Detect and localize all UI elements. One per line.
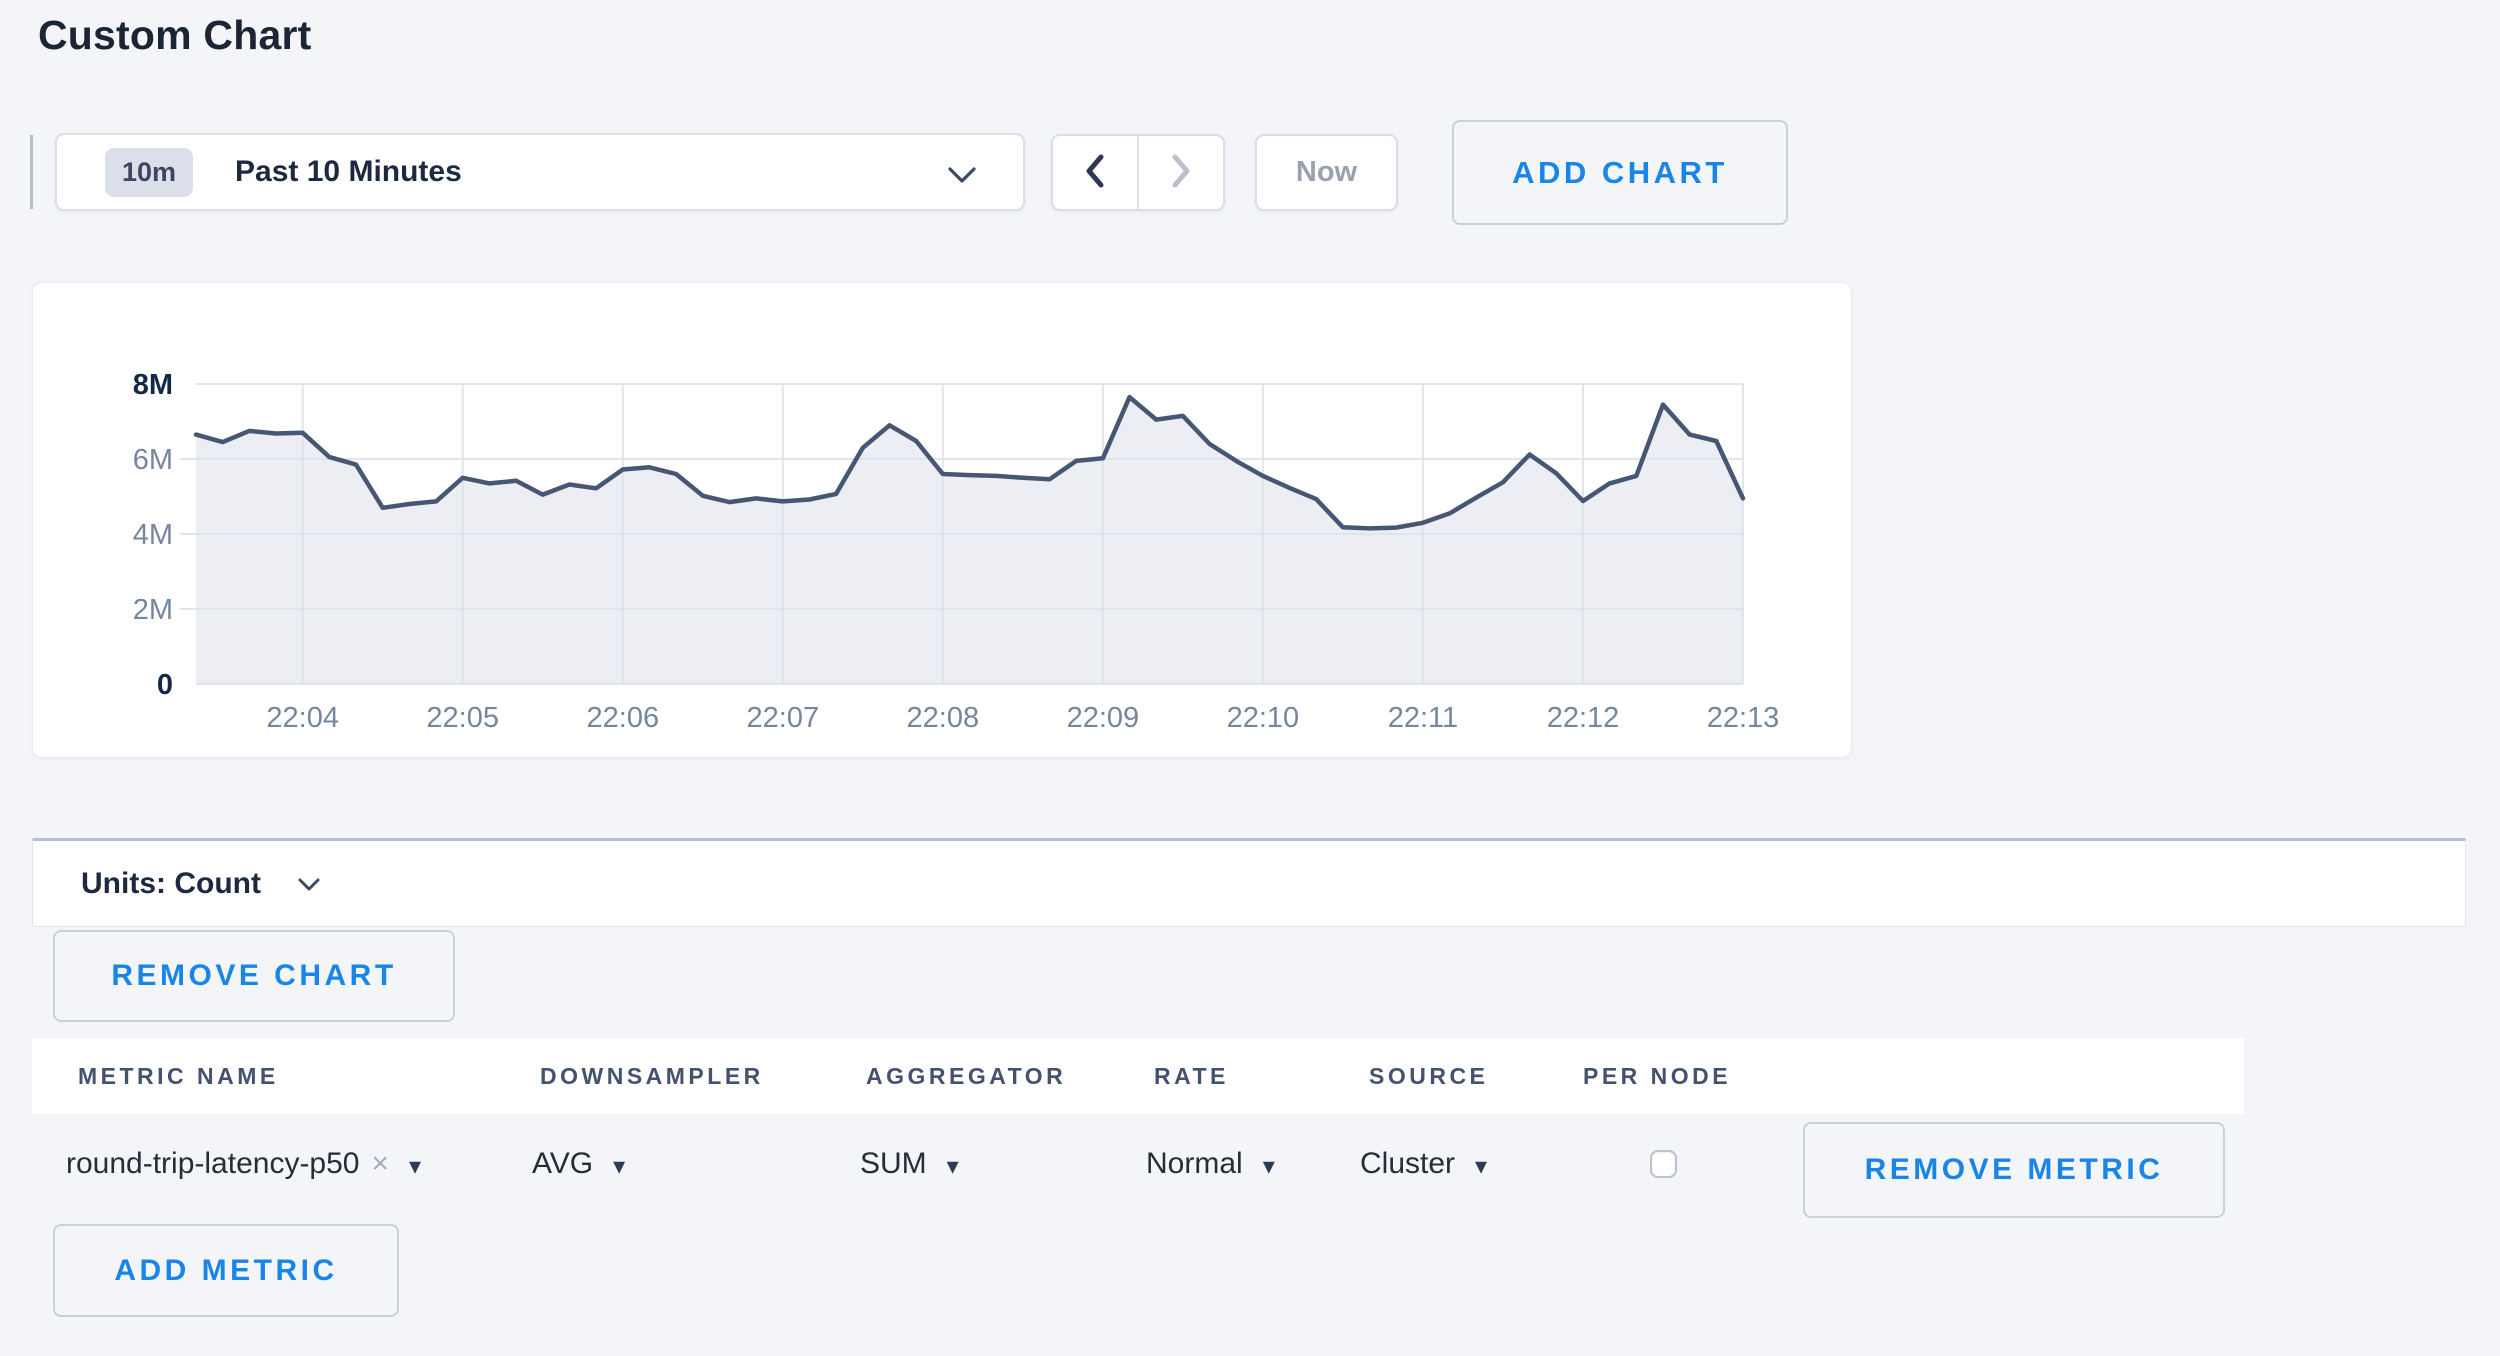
chevron-down-icon [947, 166, 977, 189]
svg-text:22:04: 22:04 [266, 702, 339, 734]
column-header-metric-name: METRIC NAME [78, 1038, 279, 1114]
remove-metric-button[interactable]: REMOVE METRIC [1803, 1122, 2225, 1218]
caret-down-icon: ▾ [947, 1152, 959, 1181]
time-range-badge: 10m [105, 148, 193, 197]
svg-text:8M: 8M [133, 369, 173, 401]
time-forward-button[interactable] [1137, 136, 1223, 209]
svg-text:22:11: 22:11 [1388, 702, 1458, 734]
svg-text:4M: 4M [133, 519, 173, 551]
time-range-dropdown[interactable]: 10m Past 10 Minutes [55, 133, 1025, 211]
time-range-label: Past 10 Minutes [235, 155, 462, 189]
svg-text:2M: 2M [133, 594, 173, 626]
svg-text:22:10: 22:10 [1227, 702, 1300, 734]
add-chart-button[interactable]: ADD CHART [1452, 120, 1788, 225]
svg-text:22:07: 22:07 [747, 702, 820, 734]
svg-text:22:12: 22:12 [1547, 702, 1620, 734]
source-value: Cluster [1360, 1147, 1455, 1181]
clear-metric-icon[interactable]: × [371, 1147, 389, 1181]
rate-value: Normal [1146, 1147, 1243, 1181]
now-button[interactable]: Now [1255, 134, 1398, 211]
chevron-right-icon [1170, 154, 1192, 191]
svg-text:22:13: 22:13 [1707, 702, 1780, 734]
downsampler-value: AVG [532, 1147, 593, 1181]
add-metric-button[interactable]: ADD METRIC [53, 1224, 399, 1317]
column-header-rate: RATE [1154, 1038, 1229, 1114]
time-back-button[interactable] [1053, 136, 1137, 209]
caret-down-icon: ▾ [1263, 1152, 1275, 1181]
chevron-down-icon [297, 877, 321, 897]
column-header-per-node: PER NODE [1583, 1038, 1731, 1114]
caret-down-icon: ▾ [409, 1152, 421, 1181]
caret-down-icon: ▾ [1475, 1152, 1487, 1181]
metrics-table-header: METRIC NAME DOWNSAMPLER AGGREGATOR RATE … [32, 1038, 2244, 1114]
column-header-aggregator: AGGREGATOR [866, 1038, 1066, 1114]
units-dropdown-label: Units: Count [81, 867, 261, 901]
metrics-chart[interactable]: 0 2M 4M 6M 8M 22:04 22:05 22:06 22:07 22:08 22:09 2… [33, 283, 1853, 759]
column-header-source: SOURCE [1369, 1038, 1488, 1114]
source-dropdown[interactable]: Cluster ▾ [1360, 1114, 1487, 1214]
metric-name-value: round-trip-latency-p50 [66, 1147, 359, 1181]
per-node-checkbox[interactable] [1650, 1150, 1677, 1178]
chart-card: 0 2M 4M 6M 8M 22:04 22:05 22:06 22:07 22:08 22:09 2… [32, 282, 1852, 758]
svg-text:22:06: 22:06 [587, 702, 660, 734]
rate-dropdown[interactable]: Normal ▾ [1146, 1114, 1275, 1214]
units-dropdown[interactable]: Units: Count [32, 838, 2466, 927]
svg-text:0: 0 [157, 669, 173, 701]
page-title: Custom Chart [38, 12, 311, 59]
custom-chart-page: Custom Chart 10m Past 10 Minutes Now ADD… [0, 0, 2500, 1356]
chevron-left-icon [1084, 154, 1106, 191]
caret-down-icon: ▾ [613, 1152, 625, 1181]
aggregator-value: SUM [860, 1147, 927, 1181]
remove-chart-button[interactable]: REMOVE CHART [53, 930, 455, 1022]
column-header-downsampler: DOWNSAMPLER [540, 1038, 764, 1114]
svg-text:22:09: 22:09 [1067, 702, 1140, 734]
toolbar-divider [30, 135, 33, 209]
aggregator-dropdown[interactable]: SUM ▾ [860, 1114, 959, 1214]
metric-name-dropdown[interactable]: round-trip-latency-p50 × ▾ [66, 1114, 421, 1214]
svg-text:22:05: 22:05 [426, 702, 499, 734]
svg-text:22:08: 22:08 [907, 702, 980, 734]
svg-text:6M: 6M [133, 444, 173, 476]
time-nav-group [1051, 134, 1225, 211]
downsampler-dropdown[interactable]: AVG ▾ [532, 1114, 625, 1214]
